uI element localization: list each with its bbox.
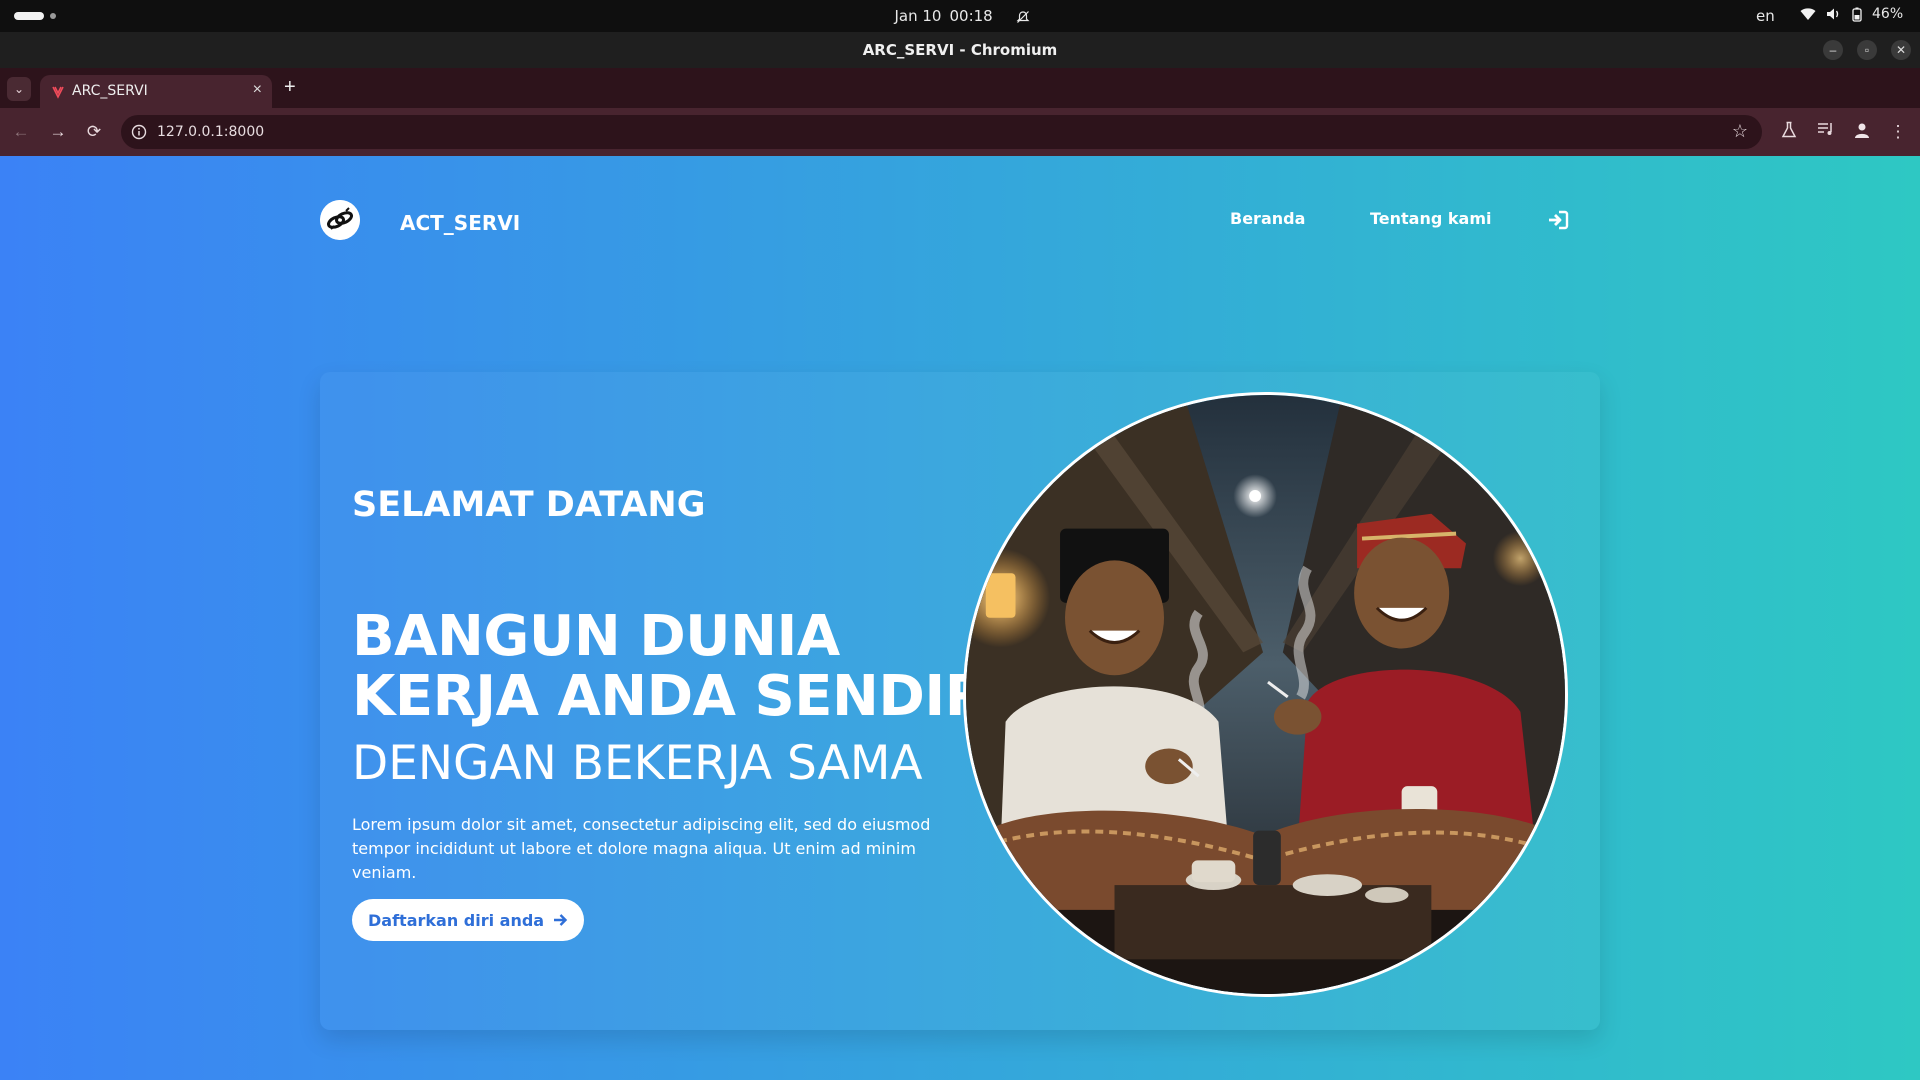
welcome-heading: SELAMAT DATANG xyxy=(352,485,706,525)
new-tab-button[interactable]: + xyxy=(284,76,296,99)
login-icon[interactable] xyxy=(1546,208,1570,232)
browser-toolbar: ← → ⟳ 127.0.0.1:8000 ☆ ⋮ xyxy=(0,108,1920,156)
labs-flask-icon[interactable] xyxy=(1778,121,1800,143)
window-title: ARC_SERVI - Chromium xyxy=(862,41,1058,59)
volume-icon xyxy=(1827,8,1839,20)
kebab-menu-icon[interactable]: ⋮ xyxy=(1887,121,1909,143)
minimize-button[interactable]: – xyxy=(1823,40,1843,60)
nav-link-about[interactable]: Tentang kami xyxy=(1370,209,1491,228)
os-clock[interactable]: Jan 10 00:18 xyxy=(0,7,1920,25)
chevron-down-icon: ⌄ xyxy=(13,82,25,96)
brand-name[interactable]: ACT_SERVI xyxy=(400,211,520,235)
site-logo-icon[interactable] xyxy=(320,200,360,240)
arrow-right-icon xyxy=(554,914,568,926)
os-top-bar: Jan 10 00:18 en 46% xyxy=(0,0,1920,32)
bookmark-star-icon[interactable]: ☆ xyxy=(1732,121,1748,142)
register-button[interactable]: Daftarkan diri anda xyxy=(352,899,585,941)
tab-strip: ⌄ ARC_SERVI × + xyxy=(0,68,1920,108)
web-page: ACT_SERVI Beranda Tentang kami SELAMAT D… xyxy=(0,156,1920,1080)
url-text[interactable]: 127.0.0.1:8000 xyxy=(157,124,264,140)
close-tab-icon[interactable]: × xyxy=(253,81,262,99)
back-button[interactable]: ← xyxy=(10,121,32,143)
tab-search-button[interactable]: ⌄ xyxy=(7,77,31,101)
notifications-muted-icon xyxy=(1016,11,1029,23)
maximize-button[interactable]: ▫ xyxy=(1857,40,1877,60)
hero-headline: BANGUN DUNIA KERJA ANDA SENDIRI xyxy=(352,607,1008,727)
tab-active[interactable]: ARC_SERVI × xyxy=(40,75,272,108)
window-title-bar[interactable]: ARC_SERVI - Chromium – ▫ ✕ xyxy=(0,32,1920,68)
address-bar[interactable]: 127.0.0.1:8000 ☆ xyxy=(121,115,1762,149)
site-info-icon[interactable] xyxy=(129,122,149,142)
site-navbar: ACT_SERVI Beranda Tentang kami xyxy=(320,200,1570,244)
register-button-label: Daftarkan diri anda xyxy=(368,910,545,930)
wifi-icon xyxy=(1800,8,1816,20)
os-date: Jan 10 xyxy=(894,7,942,25)
battery-percent: 46% xyxy=(1872,6,1904,22)
hero-illustration xyxy=(963,392,1568,997)
os-time: 00:18 xyxy=(949,7,993,25)
system-tray[interactable]: 46% xyxy=(1800,6,1903,22)
reload-button[interactable]: ⟳ xyxy=(83,121,105,143)
profile-avatar-icon[interactable] xyxy=(1851,121,1873,143)
hero-headline-line2: KERJA ANDA SENDIRI xyxy=(352,664,1008,729)
keyboard-language[interactable]: en xyxy=(1756,7,1775,25)
hero-subheadline: DENGAN BEKERJA SAMA xyxy=(352,736,923,791)
hero-card: SELAMAT DATANG BANGUN DUNIA KERJA ANDA S… xyxy=(320,372,1600,1030)
hero-description: Lorem ipsum dolor sit amet, consectetur … xyxy=(352,815,931,882)
battery-icon xyxy=(1852,7,1862,22)
close-window-button[interactable]: ✕ xyxy=(1891,40,1911,60)
favicon-icon xyxy=(52,86,64,99)
media-control-icon[interactable] xyxy=(1815,121,1837,143)
nav-link-home[interactable]: Beranda xyxy=(1230,209,1305,228)
tab-title: ARC_SERVI xyxy=(72,83,148,99)
hero-headline-line1: BANGUN DUNIA xyxy=(352,604,840,669)
forward-button[interactable]: → xyxy=(47,121,69,143)
